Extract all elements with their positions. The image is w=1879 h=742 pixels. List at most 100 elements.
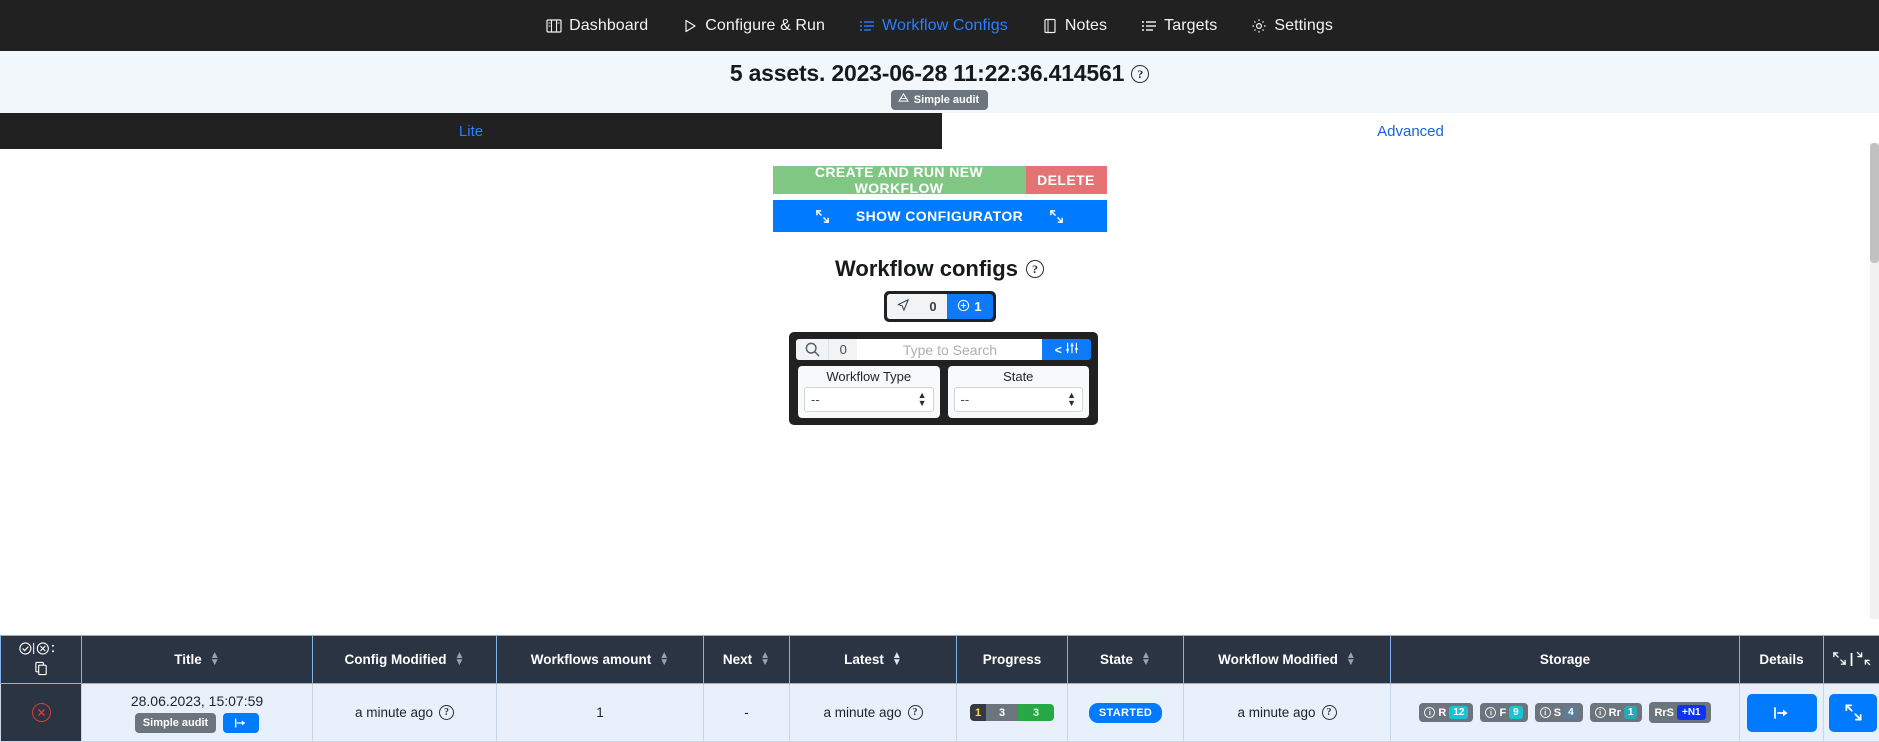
row-audit-badge: Simple audit — [135, 713, 216, 733]
nav-label: Configure & Run — [705, 17, 825, 35]
notebook-icon — [1042, 18, 1058, 34]
nav-item-workflow-configs[interactable]: Workflow Configs — [859, 17, 1008, 35]
nav-item-targets[interactable]: Targets — [1141, 17, 1217, 35]
progress-bar: 1 3 3 — [970, 704, 1054, 721]
th-state[interactable]: State ▲▼ — [1068, 636, 1184, 684]
cancel-circle-icon[interactable] — [32, 703, 51, 722]
send-filter-button[interactable] — [887, 294, 920, 319]
help-icon[interactable]: ? — [1131, 65, 1149, 83]
tab-lite[interactable]: Lite — [0, 113, 942, 149]
storage-value: 1 — [1624, 706, 1638, 719]
config-modified-value: a minute ago — [355, 705, 433, 720]
nav-label: Notes — [1065, 17, 1107, 35]
th-label: State — [1100, 652, 1133, 667]
storage-badge-list: i R 12 i F 9 i S — [1396, 702, 1734, 723]
advanced-filter-button[interactable]: < — [1042, 339, 1091, 360]
cell-row-delete[interactable] — [1, 684, 82, 742]
th-progress: Progress — [957, 636, 1068, 684]
vertical-scrollbar[interactable] — [1870, 143, 1879, 619]
scrollbar-thumb[interactable] — [1870, 143, 1879, 263]
th-label: Next — [723, 652, 752, 667]
th-workflow-modified[interactable]: Workflow Modified▲▼ — [1184, 636, 1391, 684]
audit-badge-label: Simple audit — [914, 94, 979, 106]
storage-label: F — [1499, 707, 1506, 719]
th-next[interactable]: Next ▲▼ — [704, 636, 790, 684]
th-details: Details — [1740, 636, 1824, 684]
table-row[interactable]: 28.06.2023, 15:07:59 Simple audit a min — [1, 684, 1879, 742]
chevron-left-icon: < — [1055, 343, 1062, 357]
nav-item-configure-and-run[interactable]: Configure & Run — [682, 17, 825, 35]
config-counter-group: 0 1 — [884, 291, 996, 322]
sort-icon[interactable]: ▲▼ — [1141, 653, 1151, 665]
state-select[interactable]: -- ▲▼ — [954, 387, 1084, 412]
storage-badge-f[interactable]: i F 9 — [1480, 703, 1527, 722]
expand-icon — [815, 209, 830, 224]
select-cancel-icons[interactable] — [18, 641, 64, 659]
cell-progress: 1 3 3 — [957, 684, 1068, 742]
sort-icon[interactable]: ▲▼ — [659, 653, 669, 665]
filter-workflow-type: Workflow Type -- ▲▼ — [798, 366, 940, 418]
nav-item-dashboard[interactable]: Dashboard — [546, 17, 648, 35]
info-icon: i — [1485, 707, 1496, 718]
th-config-modified[interactable]: Config Modified▲▼ — [313, 636, 497, 684]
state-value: -- — [961, 392, 970, 407]
storage-value: 9 — [1509, 706, 1523, 719]
search-input[interactable] — [857, 339, 1042, 360]
send-arrow-icon — [896, 298, 910, 315]
th-latest[interactable]: Latest▲▼ — [790, 636, 957, 684]
storage-label: R — [1438, 707, 1446, 719]
sort-icon[interactable]: ▲▼ — [455, 653, 465, 665]
th-select-all[interactable] — [1, 636, 82, 684]
cell-state: STARTED — [1068, 684, 1184, 742]
storage-badge-rr[interactable]: i Rr 1 — [1590, 703, 1643, 722]
filter-dropdown-row: Workflow Type -- ▲▼ State -- ▲▼ — [796, 366, 1091, 418]
show-configurator-button[interactable]: SHOW CONFIGURATOR — [773, 200, 1107, 232]
copy-icon[interactable] — [34, 661, 49, 679]
send-count[interactable]: 0 — [920, 294, 947, 319]
details-button[interactable] — [1747, 694, 1817, 732]
tab-advanced-label: Advanced — [1377, 123, 1444, 140]
storage-badge-r[interactable]: i R 12 — [1419, 703, 1473, 722]
table-header-row: Title ▲▼ Config Modified▲▼ Workflows amou… — [1, 636, 1879, 684]
tab-advanced[interactable]: Advanced — [942, 113, 1879, 149]
storage-value: 12 — [1449, 706, 1468, 719]
chevron-updown-icon: ▲▼ — [918, 392, 927, 407]
page-header: 5 assets. 2023-06-28 11:22:36.414561 ? S… — [0, 51, 1879, 113]
storage-badge-rrs[interactable]: RrS +N1 — [1649, 702, 1710, 723]
th-label: Title — [174, 652, 202, 667]
search-row: 0 < — [796, 339, 1091, 360]
delete-button[interactable]: DELETE — [1026, 166, 1107, 194]
sort-icon[interactable]: ▲▼ — [210, 653, 220, 665]
help-icon[interactable]: ? — [1026, 260, 1044, 278]
sort-icon[interactable]: ▲▼ — [892, 653, 902, 665]
help-icon[interactable]: ? — [1322, 705, 1337, 720]
added-configs-pill[interactable]: 1 — [947, 294, 993, 319]
th-expand-collapse[interactable]: | — [1824, 636, 1879, 684]
sort-icon[interactable]: ▲▼ — [1346, 653, 1356, 665]
storage-value: 4 — [1564, 706, 1578, 719]
nav-item-notes[interactable]: Notes — [1042, 17, 1107, 35]
nav-item-settings[interactable]: Settings — [1251, 17, 1333, 35]
help-icon[interactable]: ? — [908, 705, 923, 720]
page-title: 5 assets. 2023-06-28 11:22:36.414561 ? — [730, 60, 1149, 87]
cell-details — [1740, 684, 1824, 742]
audit-icon — [898, 93, 909, 106]
expand-collapse-icons[interactable]: | — [1832, 651, 1872, 666]
storage-badge-s[interactable]: i S 4 — [1535, 703, 1583, 722]
audit-mode-badge: Simple audit — [891, 90, 988, 110]
sort-icon[interactable]: ▲▼ — [760, 653, 770, 665]
search-result-count: 0 — [828, 339, 857, 360]
workflow-modified-value: a minute ago — [1237, 705, 1315, 720]
expand-row-button[interactable] — [1829, 694, 1877, 732]
workflow-type-select[interactable]: -- ▲▼ — [804, 387, 934, 412]
th-title[interactable]: Title ▲▼ — [82, 636, 313, 684]
th-workflows-amount[interactable]: Workflows amount▲▼ — [497, 636, 704, 684]
search-icon[interactable] — [796, 339, 828, 360]
row-run-button[interactable] — [223, 713, 259, 733]
show-configurator-label: SHOW CONFIGURATOR — [856, 208, 1023, 224]
workflow-configs-table: Title ▲▼ Config Modified▲▼ Workflows amou… — [0, 635, 1879, 742]
info-icon: i — [1540, 707, 1551, 718]
create-and-run-new-workflow-button[interactable]: CREATE AND RUN NEW WORKFLOW — [773, 166, 1026, 194]
filter-state: State -- ▲▼ — [948, 366, 1090, 418]
help-icon[interactable]: ? — [439, 705, 454, 720]
